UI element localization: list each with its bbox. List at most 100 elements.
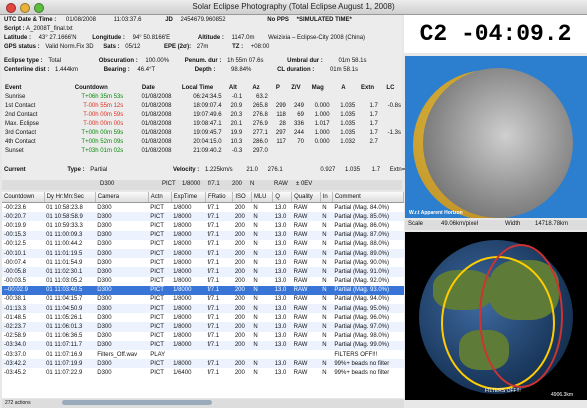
camera-mlu[interactable]: N [250, 181, 254, 187]
action-cell: 99%+ beads no filter [332, 359, 404, 369]
action-cell: 01 11:07:19.9 [44, 359, 96, 369]
action-cell: 01 11:03:40.5 [44, 285, 96, 295]
bearing-value: 46.4°T [137, 67, 156, 73]
action-cell: RAW [291, 359, 321, 369]
event-cell: 69 [297, 111, 304, 118]
action-row[interactable]: -03:37.0 01 11:07:16.9 Filters_Off.wav PLAY… [2, 350, 404, 359]
action-cell: Partial (Mag. 84.0%) [334, 204, 390, 211]
action-row[interactable]: -03:42.2 01 11:07:19.9 D300 PICT 1/8000 f/7.1… [2, 359, 404, 369]
action-row[interactable]: -00:05.8 01 11:02:30.1 D300 PICT 1/8000 f/7.1… [2, 267, 404, 277]
camera-name[interactable]: D300 [100, 181, 114, 187]
event-cell: 20.1 [230, 120, 243, 127]
action-cell: -01:13.3 [2, 304, 45, 314]
event-row: 2nd Contact T-00h 00m 59s 01/08/2008 19:07:… [4, 110, 402, 119]
action-cell: 13.0 [272, 340, 292, 350]
event-cell: T-00h 00m 59s [83, 111, 124, 118]
col-date-time[interactable]: Dy Hr:Mn:Sec [44, 192, 96, 203]
action-cell: RAW [293, 241, 308, 248]
camera-ev[interactable]: ± 0EV [296, 181, 312, 187]
action-cell [292, 350, 321, 359]
window-title: Solar Eclipse Photography (Total Eclipse… [192, 2, 395, 11]
col-countdown[interactable]: Countdown [2, 192, 45, 203]
action-cell: RAW [291, 304, 321, 314]
action-cell: N [322, 259, 327, 266]
action-row[interactable]: -02:58.9 01 11:06:36.5 D300 PICT 1/8000 f/7.1… [2, 332, 404, 341]
action-cell: 13.0 [274, 369, 287, 376]
event-cell: 28 [279, 120, 286, 127]
action-cell [171, 350, 205, 359]
action-row[interactable]: -00:12.5 01 11:00:44.2 D300 PICT 1/8000 f/7.1… [2, 240, 404, 249]
action-cell: 13.0 [274, 296, 287, 303]
event-cell: -0.3 [231, 147, 243, 154]
action-row[interactable]: -00:03.5 01 11:03:05.2 D300 PICT 1/8000 f/7.1… [2, 277, 404, 286]
action-cell: 01 11:06:01.3 [44, 322, 96, 332]
scale-value: 49.06km/pixel [441, 221, 479, 227]
events-col-lc: LC [386, 84, 395, 91]
depth-value: 98.84% [231, 67, 252, 73]
col-iso[interactable]: ISO [232, 192, 252, 203]
action-cell: RAW [293, 204, 308, 211]
action-row[interactable]: -01:13.3 01 11:04:50.9 D300 PICT 1/8000 f/7.1… [2, 304, 404, 314]
events-col-extn: Extn [361, 84, 375, 91]
event-cell: 336 [293, 120, 304, 127]
action-cell: 1/8000 [171, 267, 206, 277]
action-cell: RAW [293, 333, 308, 340]
action-row[interactable]: -03:45.2 01 11:07:22.9 D300 PICT 1/6400 f/7.1… [2, 368, 404, 377]
col-comment[interactable]: Comment [332, 192, 404, 203]
action-cell: Partial (Mag. 98.0%) [334, 333, 390, 340]
events-col-az: Az [252, 84, 260, 91]
action-cell: N [322, 369, 327, 376]
camera-iso[interactable]: 200 [232, 181, 242, 187]
action-row[interactable]: -00:20.7 01 10:58:58.9 D300 PICT 1/8000 f/7.1… [2, 212, 404, 222]
action-cell: -03:34.0 [2, 340, 45, 350]
camera-fratio[interactable]: f/7.1 [208, 181, 220, 187]
action-row[interactable]: --00:02.9 01 11:03:40.5 D300 PICT 1/8000 f/7.… [2, 285, 404, 295]
actions-list[interactable]: Countdown Dy Hr:Mn:Sec Camera Actn ExpTi… [2, 192, 404, 398]
action-cell: 13.0 [274, 259, 287, 266]
action-cell: D300 [97, 296, 112, 303]
action-row[interactable]: -00:10.1 01 11:01:19.5 D300 PICT 1/8000 f/7.1… [2, 248, 404, 259]
globe-scale: 4906.3km [551, 392, 573, 398]
action-row[interactable]: -03:34.0 01 11:07:11.7 D300 PICT 1/8000 f/7.1… [2, 340, 404, 350]
camera-settings-bar: D300 PICT 1/8000 f/7.1 200 N RAW ± 0EV [2, 180, 402, 190]
col-mlu[interactable]: MLU [251, 192, 274, 203]
action-row[interactable]: -00:38.1 01 11:04:15.7 D300 PICT 1/8000 f/7.1… [2, 295, 404, 304]
action-row[interactable]: -00:07.4 01 11:01:54.9 D300 PICT 1/8000 f/7.1… [2, 258, 404, 267]
event-cell: 01/08/2008 [141, 111, 172, 118]
action-row[interactable]: -01:48.5 01 11:05:26.1 D300 PICT 1/8000 f/7.1… [2, 313, 404, 322]
event-cell: 1.7 [369, 111, 378, 118]
camera-quality[interactable]: RAW [274, 181, 288, 187]
action-row[interactable]: -00:23.6 01 10:58:23.8 D300 PICT 1/8000 f/7.1… [2, 203, 404, 213]
col-quality[interactable]: Quality [291, 192, 321, 203]
action-cell: 13.0 [272, 359, 292, 369]
col-fratio[interactable]: FRatio [205, 192, 234, 203]
event-row: Sunrise T+06h 35m 53s 01/08/2008 06:24:34.5… [4, 92, 402, 101]
event-cell: 01/08/2008 [141, 120, 172, 127]
velocity-value: 1.225km/s [204, 167, 233, 173]
horizontal-scrollbar[interactable] [62, 400, 212, 405]
event-cell: -0.1 [231, 93, 243, 100]
col-camera[interactable]: Camera [95, 192, 149, 203]
event-cell [269, 146, 287, 155]
camera-action[interactable]: PICT [162, 181, 176, 187]
col-q[interactable]: Q [272, 192, 293, 203]
action-cell: Partial (Mag. 87.0%) [332, 230, 404, 240]
camera-exposure[interactable]: 1/8000 [182, 181, 200, 187]
event-cell: 01/08/2008 [141, 129, 172, 136]
action-row[interactable]: -00:19.9 01 10:59:33.3 D300 PICT 1/8000 f/7.1… [2, 221, 404, 230]
action-row[interactable]: -00:15.3 01 11:00:09.3 D300 PICT 1/8000 f/7.1… [2, 230, 404, 240]
col-action[interactable]: Actn [148, 192, 172, 203]
actions-header-row: Countdown Dy Hr:Mn:Sec Camera Actn ExpTi… [2, 192, 404, 203]
action-cell: -00:05.8 [2, 267, 45, 277]
action-cell: D300 [97, 278, 112, 285]
col-in[interactable]: In [320, 192, 333, 203]
action-cell: 1/8000 [171, 248, 206, 259]
action-cell: 13.0 [272, 248, 292, 259]
width-label: Width [505, 221, 521, 227]
action-cell: 1/8000 [171, 304, 206, 314]
event-cell: 1.032 [340, 138, 356, 145]
event-row: 3rd Contact T+00h 00m 59s 01/08/2008 19:09:… [4, 128, 402, 137]
col-exposure[interactable]: ExpTime [171, 192, 206, 203]
action-row[interactable]: -02:23.7 01 11:06:01.3 D300 PICT 1/8000 f/7.1… [2, 322, 404, 332]
event-cell [379, 110, 402, 119]
